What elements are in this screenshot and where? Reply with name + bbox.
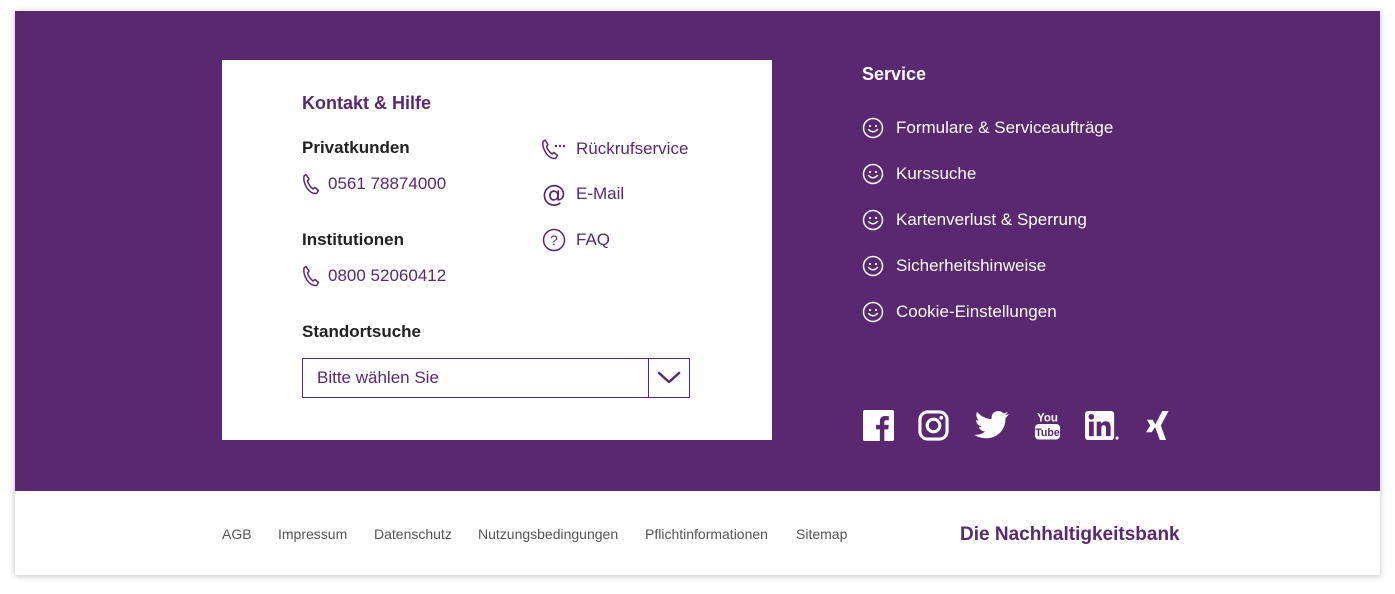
email-link[interactable]: @ E-Mail <box>541 180 625 208</box>
linkedin-icon[interactable] <box>1083 408 1121 442</box>
smiley-icon <box>862 301 884 323</box>
svg-text:?: ? <box>550 232 558 248</box>
service-item-label: Formulare & Serviceaufträge <box>896 118 1114 137</box>
location-select-value: Bitte wählen Sie <box>317 368 439 387</box>
question-circle-icon: ? <box>541 227 567 253</box>
smiley-icon <box>862 117 884 139</box>
chevron-down-icon[interactable] <box>648 359 689 397</box>
facebook-icon[interactable] <box>862 408 894 442</box>
institutions-phone-number: 0800 52060412 <box>328 266 447 285</box>
service-item-forms[interactable]: Formulare & Serviceaufträge <box>862 117 1113 139</box>
institutions-label: Institutionen <box>302 230 404 249</box>
contact-title: Kontakt & Hilfe <box>302 93 432 113</box>
footer-link-pflichtinformationen[interactable]: Pflichtinformationen <box>645 526 768 542</box>
instagram-icon[interactable] <box>917 408 949 442</box>
bottom-bar: AGB Impressum Datenschutz Nutzungsbeding… <box>15 491 1380 575</box>
smiley-icon <box>862 255 884 277</box>
footer-link-sitemap[interactable]: Sitemap <box>796 526 847 542</box>
xing-icon[interactable] <box>1143 408 1171 442</box>
footer-link-impressum[interactable]: Impressum <box>278 526 347 542</box>
faq-link[interactable]: ? FAQ <box>541 227 610 253</box>
brand-tagline: Die Nachhaltigkeitsbank <box>960 524 1180 545</box>
location-search-label: Standortsuche <box>302 322 422 341</box>
twitter-icon[interactable] <box>972 408 1010 442</box>
service-item-label: Sicherheitshinweise <box>896 256 1047 275</box>
private-phone-number: 0561 78874000 <box>328 174 447 193</box>
site-footer: Kontakt & Hilfe Privatkunden 0561 788740… <box>15 11 1380 575</box>
callback-service-link[interactable]: Rückrufservice <box>541 136 688 162</box>
youtube-icon[interactable]: You Tube <box>1033 408 1061 442</box>
institutions-phone-link[interactable]: 0800 52060412 <box>302 265 446 287</box>
footer-link-nutzungsbedingungen[interactable]: Nutzungsbedingungen <box>478 526 618 542</box>
phone-icon <box>303 265 320 287</box>
email-label: E-Mail <box>576 184 625 203</box>
service-item-card-loss[interactable]: Kartenverlust & Sperrung <box>862 209 1087 231</box>
footer-link-datenschutz[interactable]: Datenschutz <box>374 526 452 542</box>
service-item-label: Kartenverlust & Sperrung <box>896 210 1087 229</box>
service-item-label: Kurssuche <box>896 164 977 183</box>
service-item-course-search[interactable]: Kurssuche <box>862 163 976 185</box>
service-item-label: Cookie-Einstellungen <box>896 302 1057 321</box>
service-title: Service <box>862 64 927 84</box>
service-item-security[interactable]: Sicherheitshinweise <box>862 255 1046 277</box>
smiley-icon <box>862 163 884 185</box>
service-item-cookies[interactable]: Cookie-Einstellungen <box>862 301 1057 323</box>
location-select[interactable]: Bitte wählen Sie <box>302 358 690 398</box>
at-sign-icon: @ <box>542 180 566 208</box>
footer-main-area: Kontakt & Hilfe Privatkunden 0561 788740… <box>15 11 1380 491</box>
footer-link-agb[interactable]: AGB <box>222 526 252 542</box>
private-phone-link[interactable]: 0561 78874000 <box>302 173 446 195</box>
faq-label: FAQ <box>576 230 611 249</box>
phone-callback-icon <box>541 136 567 162</box>
contact-card: Kontakt & Hilfe Privatkunden 0561 788740… <box>222 60 772 440</box>
phone-icon <box>303 173 320 195</box>
callback-service-label: Rückrufservice <box>576 139 689 158</box>
svg-text:Tube: Tube <box>1035 427 1060 439</box>
svg-text:You: You <box>1037 412 1058 424</box>
private-customers-label: Privatkunden <box>302 138 410 157</box>
smiley-icon <box>862 209 884 231</box>
